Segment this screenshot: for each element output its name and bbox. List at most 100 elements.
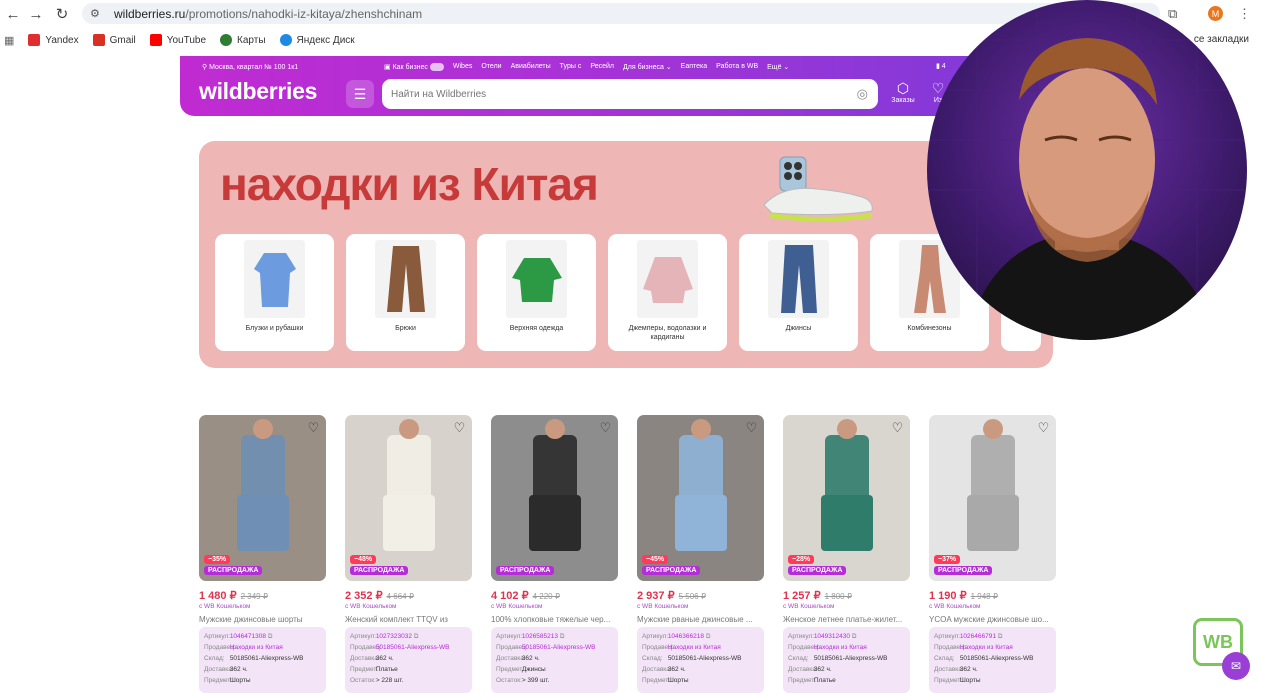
- product-image[interactable]: ♡ −45% РАСПРОДАЖА: [637, 415, 764, 581]
- top-link-pharmacy[interactable]: Eaптека: [681, 63, 707, 71]
- bookmark-label: Gmail: [109, 34, 136, 46]
- bookmark-youtube[interactable]: YouTube: [149, 34, 206, 46]
- favorite-heart-icon[interactable]: ♡: [452, 420, 467, 435]
- favorite-heart-icon[interactable]: ♡: [744, 420, 759, 435]
- product-card[interactable]: ♡ −48% РАСПРОДАЖА 2 352 ₽ 4 664 ₽ с WB К…: [345, 415, 472, 693]
- category-card-jeans[interactable]: Джинсы: [739, 234, 858, 351]
- profile-avatar[interactable]: M: [1208, 6, 1223, 21]
- top-link-wibes[interactable]: Wibes: [453, 63, 472, 71]
- seller-link[interactable]: 50185061-Aliexpress-WB: [376, 644, 450, 651]
- copy-icon[interactable]: ⧉: [414, 633, 419, 640]
- wallet-note: с WB Кошельком: [929, 603, 981, 610]
- product-card[interactable]: ♡ РАСПРОДАЖА 4 102 ₽ 4 220 ₽ с WB Кошель…: [491, 415, 618, 693]
- bookmark-yandex[interactable]: Yandex: [28, 34, 79, 46]
- address-bar[interactable]: ⚙ wildberries.ru /promotions/nahodki-iz-…: [82, 3, 1160, 24]
- product-image[interactable]: ♡ РАСПРОДАЖА: [491, 415, 618, 581]
- top-link-flights[interactable]: Авиабилеты: [511, 63, 551, 71]
- info-key: Продавец:: [934, 644, 966, 651]
- info-article: Артикул: 1046366218 ⧉: [642, 631, 759, 642]
- top-right-badge[interactable]: ▮ 4: [936, 62, 946, 70]
- category-card-jumpers[interactable]: Джемперы, водолазки и кардиганы: [608, 234, 727, 351]
- favorite-heart-icon[interactable]: ♡: [598, 420, 613, 435]
- seller-link[interactable]: Находки из Китая: [230, 644, 283, 651]
- favorite-heart-icon[interactable]: ♡: [1036, 420, 1051, 435]
- top-link-resale[interactable]: Ресейл: [590, 63, 614, 71]
- product-card[interactable]: ♡ −45% РАСПРОДАЖА 2 937 ₽ 5 506 ₽ с WB К…: [637, 415, 764, 693]
- discount-badge: −28%: [788, 555, 815, 564]
- top-link-more[interactable]: Ещё ⌄: [767, 63, 789, 71]
- site-info-icon[interactable]: ⚙: [90, 7, 104, 21]
- menu-dots-icon[interactable]: ⋮: [1238, 6, 1251, 22]
- article-link[interactable]: 1046471308: [230, 633, 266, 640]
- url-path: /promotions/nahodki-iz-kitaya/zhenshchin…: [185, 6, 423, 21]
- product-image[interactable]: ♡ −48% РАСПРОДАЖА: [345, 415, 472, 581]
- camera-search-icon[interactable]: ◎: [857, 86, 868, 102]
- top-link-business[interactable]: Для бизнеса ⌄: [623, 63, 672, 71]
- article-link[interactable]: 1049312430: [814, 633, 850, 640]
- seller-link[interactable]: Находки из Китая: [668, 644, 721, 651]
- info-value: Шорты: [667, 677, 689, 684]
- product-card[interactable]: ♡ −35% РАСПРОДАЖА 1 480 ₽ 2 349 ₽ с WB К…: [199, 415, 326, 693]
- info-seller: Продавец: 50185061-Aliexpress-WB: [350, 642, 467, 653]
- wb-logo[interactable]: wildberries: [199, 78, 317, 105]
- old-price: 4 220 ₽: [532, 592, 560, 601]
- seller-link[interactable]: Находки из Китая: [814, 644, 867, 651]
- bookmark-gmail[interactable]: Gmail: [92, 34, 136, 46]
- top-link-tours[interactable]: Туры с: [560, 63, 582, 71]
- top-link-hotels[interactable]: Отели: [481, 63, 501, 71]
- forward-icon[interactable]: →: [25, 3, 47, 25]
- business-toggle[interactable]: ▣ Как бизнес: [384, 63, 444, 72]
- copy-icon[interactable]: ⧉: [852, 633, 857, 640]
- extensions-icon[interactable]: ⧉: [1168, 6, 1177, 22]
- article-link[interactable]: 1027323032: [376, 633, 412, 640]
- header-top-bar: ⚲ Москва, квартал № 100 1к1 ▣ Как бизнес…: [180, 60, 1068, 74]
- toggle-switch[interactable]: [429, 63, 444, 72]
- youtube-icon: [149, 34, 162, 46]
- orders-button[interactable]: ⬡ Заказы: [888, 80, 918, 104]
- product-image[interactable]: ♡ −28% РАСПРОДАЖА: [783, 415, 910, 581]
- bookmark-maps[interactable]: Карты: [220, 34, 266, 46]
- favorite-heart-icon[interactable]: ♡: [890, 420, 905, 435]
- article-link[interactable]: 1026585213: [522, 633, 558, 640]
- category-list: Блузки и рубашки Брюки Верхняя одежда Дж…: [215, 234, 1041, 351]
- article-link[interactable]: 1026466791: [960, 633, 996, 640]
- info-key: Склад:: [204, 655, 225, 662]
- product-image[interactable]: ♡ −37% РАСПРОДАЖА: [929, 415, 1056, 581]
- info-key: Артикул:: [788, 633, 815, 640]
- search-input[interactable]: [391, 88, 857, 100]
- product-name[interactable]: 100% хлопковые тяжелые чер...: [491, 615, 618, 624]
- bookmark-disk[interactable]: Яндекс Диск: [279, 34, 355, 46]
- product-card[interactable]: ♡ −28% РАСПРОДАЖА 1 257 ₽ 1 800 ₽ с WB К…: [783, 415, 910, 693]
- search-bar[interactable]: ◎: [382, 79, 878, 109]
- apps-grid-icon[interactable]: ▦: [4, 34, 14, 47]
- article-link[interactable]: 1046366218: [668, 633, 704, 640]
- product-name[interactable]: YCOA мужские джинсовые шо...: [929, 615, 1056, 624]
- copy-icon[interactable]: ⧉: [560, 633, 565, 640]
- back-icon[interactable]: ←: [2, 3, 24, 25]
- category-card-blouses[interactable]: Блузки и рубашки: [215, 234, 334, 351]
- copy-icon[interactable]: ⧉: [268, 633, 273, 640]
- all-bookmarks[interactable]: се закладки: [1194, 34, 1249, 45]
- product-name[interactable]: Мужские джинсовые шорты: [199, 615, 326, 624]
- seller-link[interactable]: 50185061-Aliexpress-WB: [522, 644, 596, 651]
- product-card[interactable]: ♡ −37% РАСПРОДАЖА 1 190 ₽ 1 948 ₽ с WB К…: [929, 415, 1056, 693]
- reload-icon[interactable]: ↻: [51, 3, 73, 25]
- copy-icon[interactable]: ⧉: [706, 633, 711, 640]
- chat-icon[interactable]: ✉: [1222, 652, 1250, 680]
- info-delivery: Доставка: 362 ч.: [204, 664, 321, 675]
- category-card-trousers[interactable]: Брюки: [346, 234, 465, 351]
- location-link[interactable]: ⚲ Москва, квартал № 100 1к1: [202, 63, 298, 71]
- seller-link[interactable]: Находки из Китая: [960, 644, 1013, 651]
- product-image[interactable]: ♡ −35% РАСПРОДАЖА: [199, 415, 326, 581]
- copy-icon[interactable]: ⧉: [998, 633, 1003, 640]
- menu-burger-icon[interactable]: ☰: [346, 80, 374, 108]
- category-label: Блузки и рубашки: [245, 325, 304, 332]
- product-name[interactable]: Женский комплект TTQV из: [345, 615, 472, 624]
- webcam-overlay: [927, 0, 1247, 340]
- favorite-heart-icon[interactable]: ♡: [306, 420, 321, 435]
- top-link-jobs[interactable]: Работа в WB: [716, 63, 758, 71]
- top-right-text: 4: [941, 63, 946, 70]
- category-card-outerwear[interactable]: Верхняя одежда: [477, 234, 596, 351]
- product-name[interactable]: Женское летнее платье-жилет...: [783, 615, 910, 624]
- product-name[interactable]: Мужские рваные джинсовые ...: [637, 615, 764, 624]
